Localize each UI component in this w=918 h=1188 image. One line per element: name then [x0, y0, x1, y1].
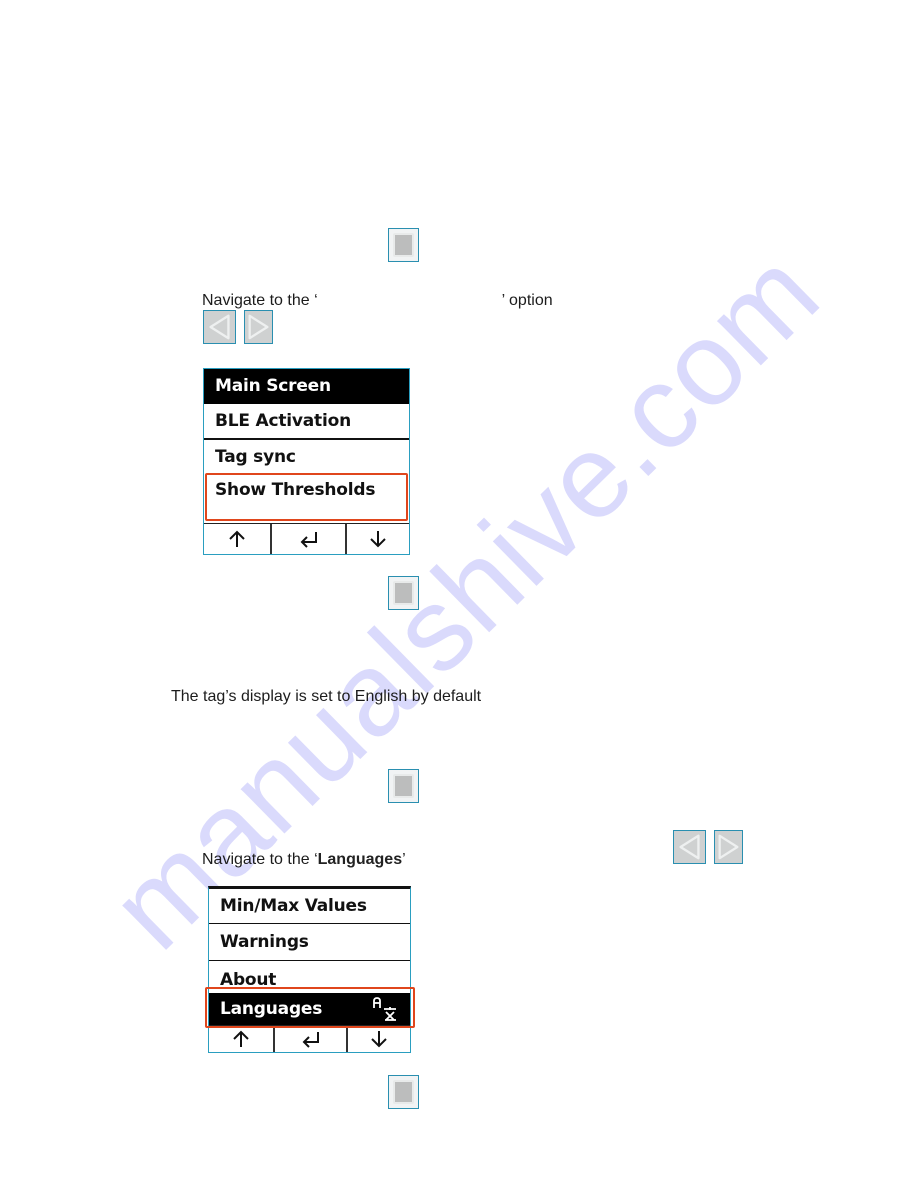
up-arrow-icon	[229, 530, 245, 547]
right-triangle-icon	[718, 834, 739, 860]
menu-item-label: Min/Max Values	[220, 896, 367, 916]
default-language-note: The tag’s display is set to English by d…	[171, 688, 482, 705]
instruction-prefix: Navigate to the ‘	[202, 851, 318, 868]
menu-item-min-max-values[interactable]: Min/Max Values	[209, 889, 410, 923]
softkey-bar	[204, 523, 409, 554]
instruction-suffix: ’ option	[501, 292, 553, 309]
left-arrow-button[interactable]	[203, 310, 236, 344]
softkey-down[interactable]	[345, 524, 409, 554]
right-arrow-button[interactable]	[714, 830, 743, 864]
left-arrow-button[interactable]	[673, 830, 706, 864]
softkey-down[interactable]	[346, 1026, 410, 1052]
softkey-bar	[209, 1025, 410, 1052]
menu-item-tag-sync[interactable]: Tag sync	[204, 440, 409, 475]
instruction-navigate-1: Navigate to the ‘ ’ option	[202, 292, 553, 310]
right-triangle-icon	[248, 314, 269, 340]
softkey-enter[interactable]	[273, 1026, 346, 1052]
softkey-up[interactable]	[209, 1026, 273, 1052]
instruction-bold: Languages	[317, 851, 403, 868]
enter-icon	[300, 532, 317, 548]
menu-item-label: Main Screen	[215, 376, 331, 396]
enter-icon	[302, 1032, 319, 1048]
ok-button-icon[interactable]	[388, 576, 419, 610]
highlight-languages	[205, 987, 415, 1028]
menu-item-label: Tag sync	[215, 447, 296, 467]
down-arrow-icon	[371, 1031, 387, 1048]
menu-item-label: BLE Activation	[215, 411, 351, 431]
device-screen-menu-1: Main Screen BLE Activation Tag sync Show…	[203, 368, 410, 555]
menu-item-main-screen[interactable]: Main Screen	[204, 369, 409, 404]
menu-item-ble-activation[interactable]: BLE Activation	[204, 404, 409, 438]
softkey-up[interactable]	[204, 524, 270, 554]
instruction-prefix: Navigate to the ‘	[202, 292, 318, 309]
highlight-show-thresholds	[205, 473, 408, 521]
ok-button-icon[interactable]	[388, 1075, 419, 1109]
ok-button-icon[interactable]	[388, 228, 419, 262]
softkey-enter[interactable]	[270, 524, 345, 554]
right-arrow-button[interactable]	[244, 310, 273, 344]
left-triangle-icon	[209, 314, 230, 340]
down-arrow-icon	[370, 531, 386, 548]
instruction-navigate-2: Navigate to the ‘Languages’	[202, 851, 406, 869]
left-triangle-icon	[679, 834, 700, 860]
instruction-suffix: ’	[402, 851, 406, 868]
menu-item-warnings[interactable]: Warnings	[209, 924, 410, 960]
menu-item-label: Warnings	[220, 932, 309, 952]
ok-button-icon[interactable]	[388, 769, 419, 803]
up-arrow-icon	[233, 1030, 249, 1047]
